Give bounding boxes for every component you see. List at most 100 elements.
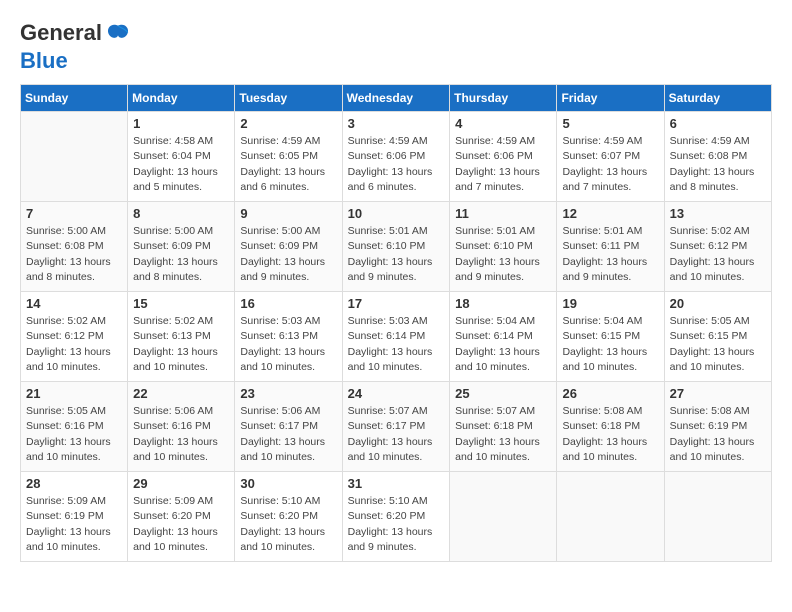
- calendar-cell: 23 Sunrise: 5:06 AM Sunset: 6:17 PM Dayli…: [235, 382, 342, 472]
- day-number: 11: [455, 206, 551, 221]
- day-info: Sunrise: 5:09 AM Sunset: 6:19 PM Dayligh…: [26, 494, 122, 555]
- calendar-week-row: 1 Sunrise: 4:58 AM Sunset: 6:04 PM Daylig…: [21, 112, 772, 202]
- day-number: 8: [133, 206, 229, 221]
- day-number: 23: [240, 386, 336, 401]
- day-number: 26: [562, 386, 658, 401]
- calendar-week-row: 21Sunrise: 5:05 AM Sunset: 6:16 PM Dayli…: [21, 382, 772, 472]
- day-info: Sunrise: 5:02 AM Sunset: 6:12 PM Dayligh…: [670, 224, 766, 285]
- day-number: 31: [348, 476, 445, 491]
- day-info: Sunrise: 5:09 AM Sunset: 6:20 PM Dayligh…: [133, 494, 229, 555]
- logo-text: General Blue: [20, 20, 132, 73]
- day-number: 5: [562, 116, 658, 131]
- calendar-cell: 3 Sunrise: 4:59 AM Sunset: 6:06 PM Daylig…: [342, 112, 450, 202]
- day-number: 21: [26, 386, 122, 401]
- calendar-cell: 8 Sunrise: 5:00 AM Sunset: 6:09 PM Daylig…: [128, 202, 235, 292]
- day-info: Sunrise: 5:03 AM Sunset: 6:13 PM Dayligh…: [240, 314, 336, 375]
- calendar-cell: 25 Sunrise: 5:07 AM Sunset: 6:18 PM Dayli…: [450, 382, 557, 472]
- page-header: General Blue: [20, 20, 772, 74]
- calendar-cell: 2Sunrise: 4:59 AM Sunset: 6:05 PM Daylig…: [235, 112, 342, 202]
- calendar-cell: 26 Sunrise: 5:08 AM Sunset: 6:18 PM Dayli…: [557, 382, 664, 472]
- calendar-week-row: 14Sunrise: 5:02 AM Sunset: 6:12 PM Dayli…: [21, 292, 772, 382]
- day-info: Sunrise: 5:10 AM Sunset: 6:20 PM Dayligh…: [348, 494, 445, 555]
- day-info: Sunrise: 4:59 AM Sunset: 6:07 PM Dayligh…: [562, 134, 658, 195]
- day-number: 3: [348, 116, 445, 131]
- day-info: Sunrise: 5:06 AM Sunset: 6:17 PM Dayligh…: [240, 404, 336, 465]
- weekday-header-sunday: Sunday: [21, 85, 128, 112]
- day-info: Sunrise: 5:08 AM Sunset: 6:18 PM Dayligh…: [562, 404, 658, 465]
- day-info: Sunrise: 5:01 AM Sunset: 6:10 PM Dayligh…: [348, 224, 445, 285]
- day-info: Sunrise: 5:05 AM Sunset: 6:15 PM Dayligh…: [670, 314, 766, 375]
- calendar-cell: 4Sunrise: 4:59 AM Sunset: 6:06 PM Daylig…: [450, 112, 557, 202]
- day-number: 6: [670, 116, 766, 131]
- calendar-cell: 30 Sunrise: 5:10 AM Sunset: 6:20 PM Dayli…: [235, 472, 342, 562]
- calendar-cell: 22 Sunrise: 5:06 AM Sunset: 6:16 PM Dayli…: [128, 382, 235, 472]
- calendar-cell: 15Sunrise: 5:02 AM Sunset: 6:13 PM Dayli…: [128, 292, 235, 382]
- weekday-header-row: SundayMondayTuesdayWednesdayThursdayFrid…: [21, 85, 772, 112]
- calendar-cell: 17 Sunrise: 5:03 AM Sunset: 6:14 PM Dayli…: [342, 292, 450, 382]
- day-number: 24: [348, 386, 445, 401]
- day-number: 13: [670, 206, 766, 221]
- day-info: Sunrise: 5:08 AM Sunset: 6:19 PM Dayligh…: [670, 404, 766, 465]
- day-number: 29: [133, 476, 229, 491]
- calendar-cell: 20Sunrise: 5:05 AM Sunset: 6:15 PM Dayli…: [664, 292, 771, 382]
- day-number: 14: [26, 296, 122, 311]
- calendar-cell: 5 Sunrise: 4:59 AM Sunset: 6:07 PM Daylig…: [557, 112, 664, 202]
- weekday-header-thursday: Thursday: [450, 85, 557, 112]
- day-info: Sunrise: 4:59 AM Sunset: 6:06 PM Dayligh…: [348, 134, 445, 195]
- calendar-cell: 9Sunrise: 5:00 AM Sunset: 6:09 PM Daylig…: [235, 202, 342, 292]
- day-number: 30: [240, 476, 336, 491]
- day-info: Sunrise: 5:07 AM Sunset: 6:18 PM Dayligh…: [455, 404, 551, 465]
- day-number: 17: [348, 296, 445, 311]
- day-number: 7: [26, 206, 122, 221]
- calendar-cell: [21, 112, 128, 202]
- calendar-cell: 21Sunrise: 5:05 AM Sunset: 6:16 PM Dayli…: [21, 382, 128, 472]
- day-number: 28: [26, 476, 122, 491]
- day-number: 1: [133, 116, 229, 131]
- day-info: Sunrise: 5:00 AM Sunset: 6:08 PM Dayligh…: [26, 224, 122, 285]
- day-info: Sunrise: 5:07 AM Sunset: 6:17 PM Dayligh…: [348, 404, 445, 465]
- calendar-cell: 27 Sunrise: 5:08 AM Sunset: 6:19 PM Dayli…: [664, 382, 771, 472]
- calendar-cell: 11 Sunrise: 5:01 AM Sunset: 6:10 PM Dayli…: [450, 202, 557, 292]
- day-number: 22: [133, 386, 229, 401]
- calendar-cell: 10Sunrise: 5:01 AM Sunset: 6:10 PM Dayli…: [342, 202, 450, 292]
- calendar-cell: 1 Sunrise: 4:58 AM Sunset: 6:04 PM Daylig…: [128, 112, 235, 202]
- day-number: 19: [562, 296, 658, 311]
- calendar-week-row: 7 Sunrise: 5:00 AM Sunset: 6:08 PM Daylig…: [21, 202, 772, 292]
- logo: General Blue: [20, 20, 132, 74]
- day-info: Sunrise: 5:04 AM Sunset: 6:14 PM Dayligh…: [455, 314, 551, 375]
- day-number: 16: [240, 296, 336, 311]
- day-info: Sunrise: 5:03 AM Sunset: 6:14 PM Dayligh…: [348, 314, 445, 375]
- day-info: Sunrise: 4:59 AM Sunset: 6:05 PM Dayligh…: [240, 134, 336, 195]
- day-info: Sunrise: 5:04 AM Sunset: 6:15 PM Dayligh…: [562, 314, 658, 375]
- day-info: Sunrise: 5:00 AM Sunset: 6:09 PM Dayligh…: [133, 224, 229, 285]
- day-info: Sunrise: 4:59 AM Sunset: 6:06 PM Dayligh…: [455, 134, 551, 195]
- weekday-header-friday: Friday: [557, 85, 664, 112]
- day-info: Sunrise: 5:10 AM Sunset: 6:20 PM Dayligh…: [240, 494, 336, 555]
- weekday-header-monday: Monday: [128, 85, 235, 112]
- day-info: Sunrise: 5:02 AM Sunset: 6:13 PM Dayligh…: [133, 314, 229, 375]
- day-info: Sunrise: 5:01 AM Sunset: 6:11 PM Dayligh…: [562, 224, 658, 285]
- day-info: Sunrise: 5:06 AM Sunset: 6:16 PM Dayligh…: [133, 404, 229, 465]
- weekday-header-wednesday: Wednesday: [342, 85, 450, 112]
- weekday-header-saturday: Saturday: [664, 85, 771, 112]
- day-info: Sunrise: 4:58 AM Sunset: 6:04 PM Dayligh…: [133, 134, 229, 195]
- calendar-cell: 28 Sunrise: 5:09 AM Sunset: 6:19 PM Dayli…: [21, 472, 128, 562]
- day-number: 18: [455, 296, 551, 311]
- calendar-cell: 29 Sunrise: 5:09 AM Sunset: 6:20 PM Dayli…: [128, 472, 235, 562]
- calendar-cell: 24 Sunrise: 5:07 AM Sunset: 6:17 PM Dayli…: [342, 382, 450, 472]
- day-info: Sunrise: 5:01 AM Sunset: 6:10 PM Dayligh…: [455, 224, 551, 285]
- calendar-cell: 7 Sunrise: 5:00 AM Sunset: 6:08 PM Daylig…: [21, 202, 128, 292]
- calendar-cell: 6 Sunrise: 4:59 AM Sunset: 6:08 PM Daylig…: [664, 112, 771, 202]
- calendar-cell: [450, 472, 557, 562]
- day-number: 9: [240, 206, 336, 221]
- calendar-table: SundayMondayTuesdayWednesdayThursdayFrid…: [20, 84, 772, 562]
- calendar-cell: [557, 472, 664, 562]
- calendar-cell: 19 Sunrise: 5:04 AM Sunset: 6:15 PM Dayli…: [557, 292, 664, 382]
- day-info: Sunrise: 4:59 AM Sunset: 6:08 PM Dayligh…: [670, 134, 766, 195]
- day-number: 27: [670, 386, 766, 401]
- day-number: 12: [562, 206, 658, 221]
- day-number: 25: [455, 386, 551, 401]
- calendar-cell: 16 Sunrise: 5:03 AM Sunset: 6:13 PM Dayli…: [235, 292, 342, 382]
- calendar-cell: 13 Sunrise: 5:02 AM Sunset: 6:12 PM Dayli…: [664, 202, 771, 292]
- calendar-cell: 14Sunrise: 5:02 AM Sunset: 6:12 PM Dayli…: [21, 292, 128, 382]
